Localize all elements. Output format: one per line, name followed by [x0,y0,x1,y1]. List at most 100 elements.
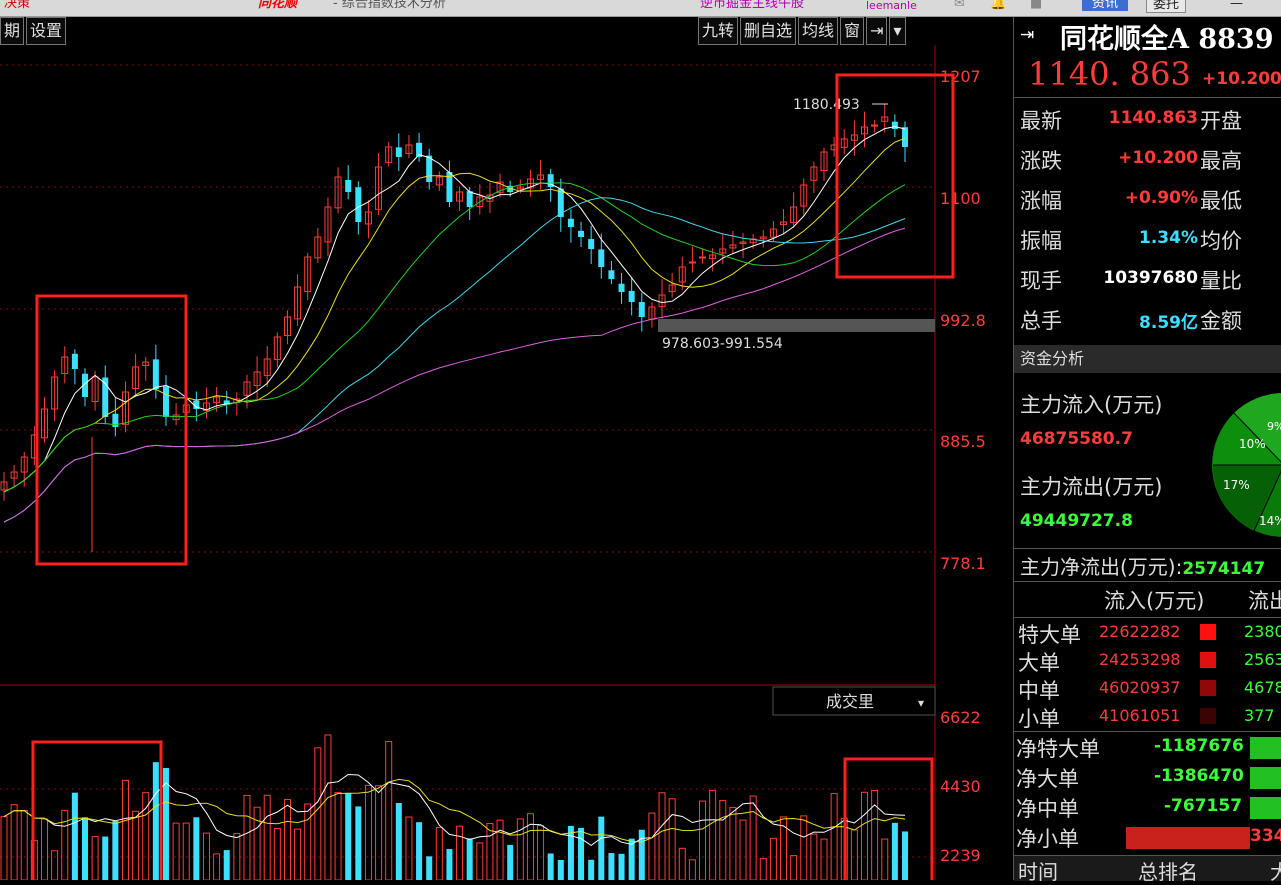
footer-tabs: 时间 总排名 大 [1014,855,1281,884]
candle [71,349,78,385]
current-price: 1140. 863 [1028,55,1191,93]
volume-bar [526,813,534,880]
y-tick: 885.5 [940,432,986,451]
footer-rank[interactable]: 总排名 [1138,856,1198,885]
candle [810,161,818,194]
candle [688,246,696,273]
volume-bar [688,859,696,880]
volume-bar [375,785,383,880]
mail-icon[interactable]: ✉ [954,0,965,11]
candle [253,356,261,401]
candle [223,390,230,415]
volume-bar [91,836,99,880]
menu-decision[interactable]: 决策 [4,0,30,11]
net-value: -1187676 [1154,736,1244,756]
footer-more[interactable]: 大 [1270,856,1281,885]
volume-bar [466,838,473,880]
volume-bar [304,803,312,880]
volume-bar [709,789,717,880]
pie-label: 10% [1239,437,1266,451]
volume-bar [618,853,625,880]
candle [588,225,595,264]
minimize-button[interactable]: — [1230,0,1243,11]
volume-bar [800,815,808,880]
volume-bar [476,842,484,880]
quote-label2: 金额 [1200,309,1242,333]
volume-bar [405,816,413,880]
title-bar: 决策 同花顺 - 综合指数技术分析 逆市掘金主线牛股 leemanle ✉ 🔔 … [0,0,1281,17]
inflow-value: 46875580.7 [1020,429,1133,449]
footer-time[interactable]: 时间 [1018,856,1058,885]
window-title: - 综合指数技术分析 [333,0,446,11]
volume-bar [850,829,858,880]
candle [739,232,747,259]
quote-value: 1.34% [1139,228,1198,248]
candle [567,209,574,243]
net-row: 净特大单 -1187676 [1014,733,1281,763]
quote-label: 涨跌 [1020,149,1062,173]
volume-bar [790,855,798,880]
net-outflow-label: 主力净流出(万元): [1020,555,1183,579]
chart-area: 期 设置 九转 删自选 均线 窗 ⇥ ▾ 978.603-991.554 118… [0,17,1012,880]
order-out: 377 [1244,706,1275,725]
order-out: 2563 [1244,650,1281,669]
volume-bar [658,792,666,880]
price-change: +10.200 [1202,69,1281,89]
volume-bar [385,741,393,880]
order-row: 特大单 22622282 2380 [1014,619,1281,647]
volume-bar [0,816,8,880]
promo-link[interactable]: 逆市掘金主线牛股 [700,0,804,11]
candle [537,160,545,190]
candle [435,171,443,191]
fund-pie-chart: 9% 10% 17% 14% [1212,393,1281,537]
candle [648,302,656,328]
net-bar [1250,797,1281,819]
candle [304,252,312,300]
y-tick: 778.1 [940,554,986,573]
pin-icon[interactable]: ⇥ [1020,25,1034,45]
volume-bar [182,822,190,880]
vol-y-tick: 6622 [940,708,981,727]
quote-label: 涨幅 [1020,189,1062,213]
quote-label2: 量比 [1200,269,1242,293]
candle [294,274,302,327]
quote-row: 涨跌 +10.200 最高 [1020,145,1281,185]
volume-bar [121,779,129,880]
volume-bar [193,817,200,880]
news-button[interactable]: 资讯 [1082,0,1129,11]
volume-bar [71,792,78,880]
candle [790,192,798,228]
volume-bar [759,858,767,880]
highlight-box [31,740,163,880]
net-name: 净特大单 [1016,737,1100,761]
bell-icon[interactable]: 🔔 [990,0,1006,11]
candle [426,148,433,190]
candle [759,229,767,248]
candle [780,209,788,235]
candle [598,233,605,279]
volume-bar [567,825,574,880]
trade-button[interactable]: 委托 [1146,0,1187,13]
ma-line [3,197,906,523]
volume-bar [172,822,180,880]
kline-chart[interactable]: 978.603-991.554 1180.493 1207 1100 992.8… [0,17,1012,880]
quote-label2: 均价 [1200,229,1242,253]
net-row: 净大单 -1386470 [1014,763,1281,793]
quote-row: 现手 10397680 量比 [1020,265,1281,305]
volume-bar [253,806,261,880]
pie-label: 9% [1267,420,1281,433]
candle [840,129,848,155]
shirt-icon[interactable]: ■ [1030,0,1042,11]
volume-bar [668,798,676,880]
volume-dropdown-icon[interactable]: ▾ [918,696,924,710]
quote-value: +0.90% [1124,188,1198,208]
fund-analysis-header[interactable]: 资金分析 [1014,345,1281,373]
ma-line [3,227,906,523]
candle [861,111,869,148]
volume-label[interactable]: 成交里 [826,692,874,711]
net-bar [1250,737,1281,759]
volume-bar [699,800,707,880]
order-name: 中单 [1018,679,1060,703]
candle [10,465,18,488]
candle [273,332,281,368]
